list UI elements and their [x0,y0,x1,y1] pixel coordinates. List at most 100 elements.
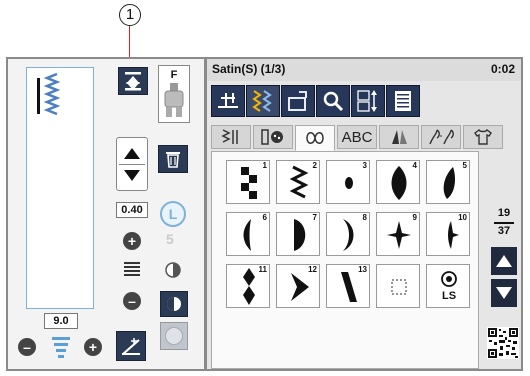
time-display: 0:02 [490,62,515,76]
tool-edit[interactable] [281,85,315,117]
left-panel: F 0.40 L + 5 – 9.0 – + [6,57,206,371]
lock-button[interactable]: L [160,201,186,227]
tapering-button[interactable] [116,331,146,361]
sort-icon [357,90,377,112]
toolbar [211,85,420,117]
half-star-stitch-icon [448,221,459,249]
floral-icon [429,129,454,145]
arrow-down-icon[interactable] [122,165,142,185]
memorize-icon [125,72,141,91]
dot-stitch-icon [345,177,353,189]
tab-satin[interactable] [295,125,335,151]
balance-icon [167,297,181,311]
qr-code-icon[interactable] [487,327,519,359]
stitch-preview [26,67,94,309]
length-value: 9.0 [44,313,78,329]
tool-list[interactable] [386,85,420,117]
stitch-cell[interactable]: 10 [426,212,470,256]
checker-stitch-icon [241,167,257,199]
tab-decorative[interactable] [421,125,461,149]
stitch-combo-icon [252,90,272,112]
width-value: 0.40 [116,202,148,218]
tab-utility[interactable] [211,125,251,149]
arrow-up-icon [496,255,512,267]
foot-letter: F [170,69,178,81]
tool-stitch-combo[interactable] [246,85,280,117]
sewing-needle-icon [218,93,238,108]
trash-icon [166,152,180,168]
category-tabs: ABC [211,125,503,151]
chevron-stitch-icon [291,273,309,301]
category-title: Satin(S) (1/3) [212,62,286,76]
stitch-grid: 1 2 3 4 5 6 7 8 9 10 11 12 13 LS [211,151,479,369]
crescent-leaf-stitch-icon [243,219,251,251]
tab-alphabet[interactable]: ABC [337,125,377,149]
width-minus-button[interactable]: – [123,292,141,310]
stitch-cell[interactable]: 7 [276,212,320,256]
magnifier-icon [323,91,344,112]
delete-button[interactable] [158,145,188,173]
crescent-stitch-icon [343,219,354,251]
stitch-cell[interactable]: 12 [276,264,320,308]
presser-foot-indicator: F [158,65,190,123]
stitch-cell[interactable]: 9 [376,212,420,256]
length-plus-button[interactable]: + [84,338,102,356]
page-up-button[interactable] [491,247,517,275]
satin-icon [306,132,324,144]
stitch-cell[interactable]: 6 [226,212,270,256]
half-circle-icon [165,262,181,278]
tab-quilt[interactable] [379,125,419,149]
balance-button[interactable] [160,291,188,317]
tab-buttonhole[interactable] [253,125,293,149]
stitch-cell-empty[interactable] [376,264,420,308]
tool-sort[interactable] [351,85,385,117]
stitch-cell[interactable]: 1 [226,160,270,204]
arrow-up-icon[interactable] [122,144,142,164]
page-down-button[interactable] [491,279,517,307]
length-indicator-icon [52,337,70,358]
shirt-icon [474,128,492,145]
arrow-button-group [116,137,148,191]
ls-label: LS [441,290,457,302]
page-total: 37 [497,225,511,237]
tool-thread-tension[interactable] [211,85,245,117]
empty-selection-icon [391,279,407,295]
stitch-cell[interactable]: 5 [426,160,470,204]
tool-zoom[interactable] [316,85,350,117]
memorize-button[interactable] [118,67,148,95]
slant-bar-stitch-icon [341,272,357,302]
target-icon [441,271,457,287]
arrow-down-icon [496,287,512,299]
zigzag-preview-icon [43,72,61,116]
disabled-button [160,322,188,350]
stitch-cell[interactable]: 8 [326,212,370,256]
utility-stitch-icon [221,129,238,144]
presser-foot-icon [164,83,184,117]
stitch-cell[interactable]: 11 [226,264,270,308]
edit-icon [288,91,307,111]
buttonhole-icon [261,129,283,145]
diamond-chain-stitch-icon [243,268,255,305]
tab-garment[interactable] [463,125,503,149]
stitch-cell[interactable]: 2 [276,160,320,204]
length-minus-button[interactable]: – [18,338,36,356]
density-icon [124,262,140,276]
width-plus-button[interactable]: + [123,232,141,250]
star-stitch-icon [387,221,411,249]
list-icon [395,91,411,111]
stitch-cell[interactable]: 3 [326,160,370,204]
half-moon-stitch-icon [294,219,306,251]
zigzag-stitch-icon [289,165,309,199]
callout-number: 1 [119,4,141,26]
right-panel: Satin(S) (1/3) 0:02 ABC 1 2 3 4 5 6 7 8 … [205,57,523,371]
header-bar: Satin(S) (1/3) 0:02 [207,59,521,81]
leaf-stitch-icon [391,166,407,200]
ls-stitch-cell[interactable]: LS [426,264,470,308]
stitch-cell[interactable]: 13 [326,264,370,308]
stitch-cell[interactable]: 4 [376,160,420,204]
quilt-icon [392,130,407,144]
page-divider [494,222,514,224]
s-indicator: 5 [166,231,174,247]
teardrop-stitch-icon [443,167,455,199]
page-current: 19 [497,207,511,219]
